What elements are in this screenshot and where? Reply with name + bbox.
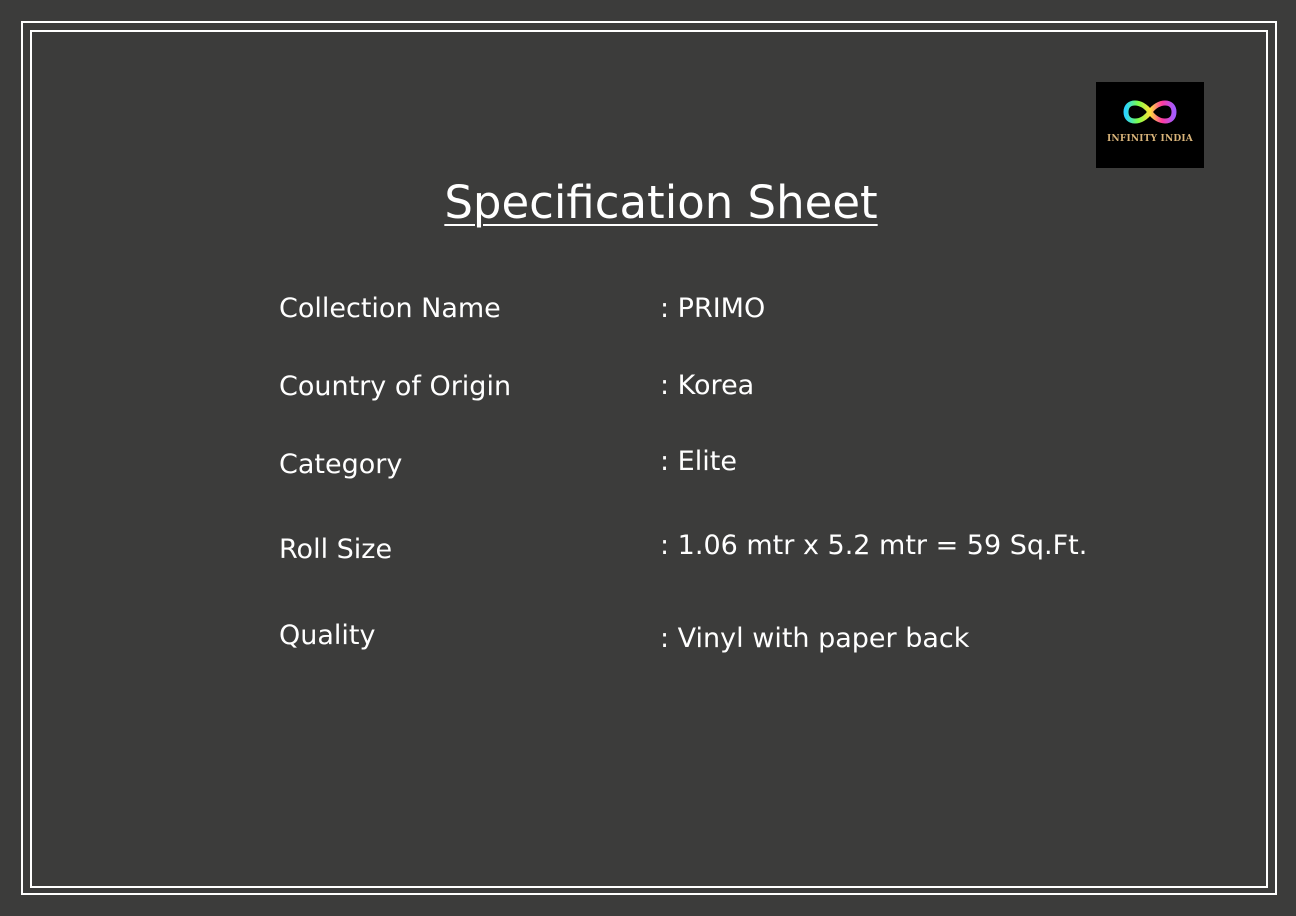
spec-value-country-of-origin: : Korea [660, 370, 755, 401]
spec-sheet-page: INFINITY INDIA Specification Sheet Colle… [0, 0, 1296, 916]
spec-label-collection-name: Collection Name [279, 293, 501, 324]
spec-label-roll-size: Roll Size [279, 534, 393, 565]
spec-label-country-of-origin: Country of Origin [279, 371, 512, 402]
page-title: Specification Sheet [444, 176, 878, 229]
spec-value-category: : Elite [660, 446, 737, 477]
spec-label-quality: Quality [279, 620, 376, 651]
spec-value-quality: : Vinyl with paper back [660, 623, 970, 654]
spec-label-category: Category [279, 449, 403, 480]
spec-value-roll-size: : 1.06 mtr x 5.2 mtr = 59 Sq.Ft. [660, 530, 1088, 561]
logo-text: INFINITY INDIA [1107, 134, 1193, 144]
infinity-india-logo: INFINITY INDIA [1096, 82, 1204, 168]
inner-border [30, 30, 1268, 888]
spec-value-collection-name: : PRIMO [660, 293, 766, 324]
infinity-icon [1123, 100, 1177, 124]
